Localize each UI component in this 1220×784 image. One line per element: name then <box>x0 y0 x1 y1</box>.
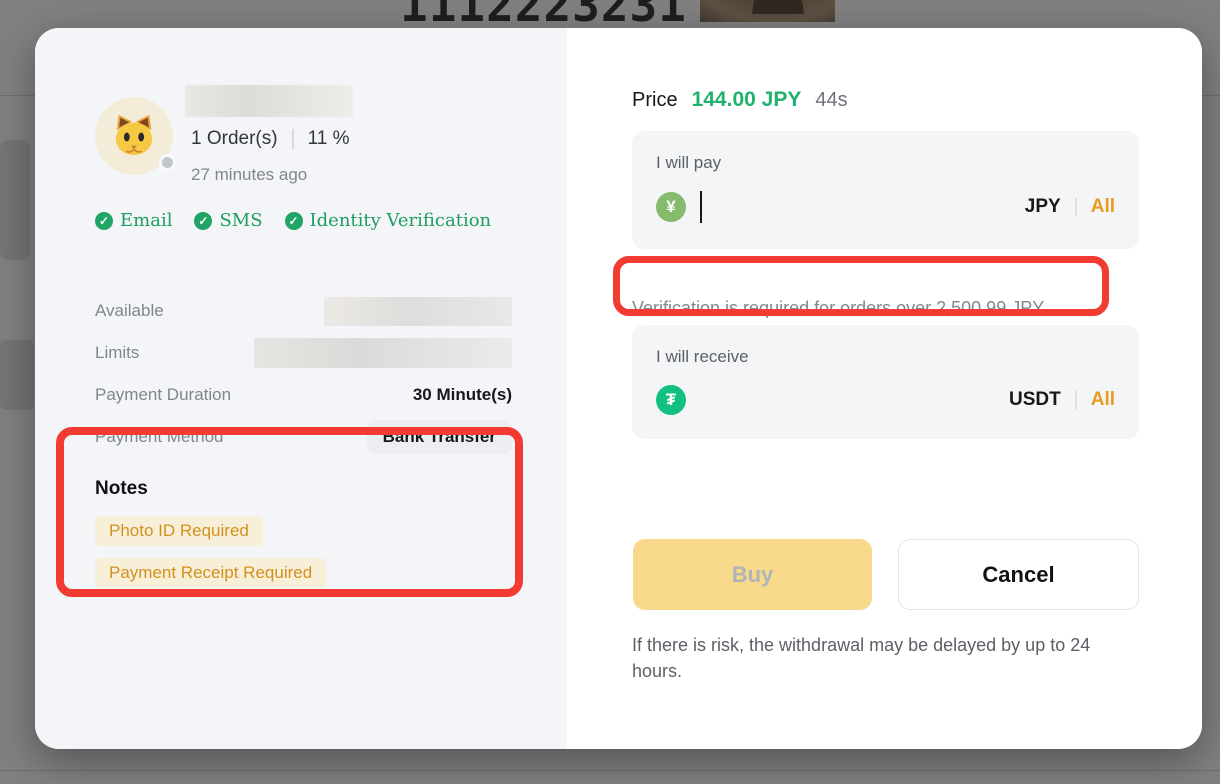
payment-method-pill: Bank Transfer <box>367 420 512 454</box>
buy-order-modal: 1 Order(s) 11 % 27 minutes ago ✓ Email ✓… <box>35 28 1202 749</box>
badge-label: Identity Verification <box>310 210 492 231</box>
stat-divider <box>292 129 294 149</box>
pay-label: I will pay <box>656 153 1115 173</box>
available-value-redacted <box>324 297 512 326</box>
badge-label: SMS <box>219 210 262 231</box>
check-icon: ✓ <box>95 212 113 230</box>
verification-badges: ✓ Email ✓ SMS ✓ Identity Verification <box>95 210 491 231</box>
pay-currency-code: JPY <box>1025 196 1061 218</box>
cat-emoji-icon <box>111 113 157 159</box>
check-icon: ✓ <box>285 212 303 230</box>
email-verified-badge: ✓ Email <box>95 210 172 231</box>
verification-warning: Verification is required for orders over… <box>632 298 1044 319</box>
pay-input-row: ¥ JPY All <box>656 191 1115 223</box>
advertiser-stats: 1 Order(s) 11 % <box>191 128 349 150</box>
row-label: Limits <box>95 343 139 363</box>
receive-all-button[interactable]: All <box>1091 389 1115 411</box>
row-label: Payment Duration <box>95 385 231 405</box>
advertiser-panel: 1 Order(s) 11 % 27 minutes ago ✓ Email ✓… <box>35 28 567 749</box>
payment-duration-value: 30 Minute(s) <box>413 385 512 405</box>
completion-rate: 11 % <box>308 128 350 150</box>
row-label: Payment Method <box>95 427 224 447</box>
advertiser-name-redacted <box>185 85 353 117</box>
sms-verified-badge: ✓ SMS <box>194 210 262 231</box>
offline-status-dot <box>159 154 176 171</box>
limits-row: Limits <box>95 338 512 368</box>
notes-title: Notes <box>95 478 148 500</box>
receive-label: I will receive <box>656 347 1115 367</box>
divider <box>1075 391 1077 409</box>
text-cursor <box>700 191 702 223</box>
price-row: Price 144.00 JPY 44s <box>632 88 848 112</box>
identity-verified-badge: ✓ Identity Verification <box>285 210 492 231</box>
receive-right-controls: USDT All <box>1009 389 1115 411</box>
receive-input-row: ₮ USDT All <box>656 385 1115 415</box>
cancel-button[interactable]: Cancel <box>898 539 1139 610</box>
badge-label: Email <box>120 210 172 231</box>
price-label: Price <box>632 89 678 112</box>
last-seen: 27 minutes ago <box>191 165 307 185</box>
note-tag: Payment Receipt Required <box>95 558 326 588</box>
risk-note: If there is risk, the withdrawal may be … <box>632 632 1142 684</box>
tether-icon: ₮ <box>656 385 686 415</box>
payment-duration-row: Payment Duration 30 Minute(s) <box>95 380 512 410</box>
receive-amount-box[interactable]: I will receive ₮ USDT All <box>632 325 1139 439</box>
divider <box>1075 198 1077 216</box>
available-row: Available <box>95 296 512 326</box>
ad-info-rows: Available Limits Payment Duration 30 Min… <box>95 296 512 464</box>
price-refresh-countdown: 44s <box>815 89 847 112</box>
pay-amount-box[interactable]: I will pay ¥ JPY All <box>632 131 1139 249</box>
row-label: Available <box>95 301 164 321</box>
buy-button[interactable]: Buy <box>633 539 872 610</box>
price-value: 144.00 JPY <box>692 88 802 112</box>
limits-value-redacted <box>254 338 512 368</box>
order-count: 1 Order(s) <box>191 128 278 150</box>
payment-method-row: Payment Method Bank Transfer <box>95 422 512 452</box>
order-form-panel: Price 144.00 JPY 44s I will pay ¥ JPY Al… <box>567 28 1202 749</box>
avatar[interactable] <box>95 97 173 175</box>
pay-right-controls: JPY All <box>1025 196 1115 218</box>
pay-all-button[interactable]: All <box>1091 196 1115 218</box>
note-tag: Photo ID Required <box>95 516 263 546</box>
check-icon: ✓ <box>194 212 212 230</box>
yen-icon: ¥ <box>656 192 686 222</box>
receive-currency-code: USDT <box>1009 389 1061 411</box>
